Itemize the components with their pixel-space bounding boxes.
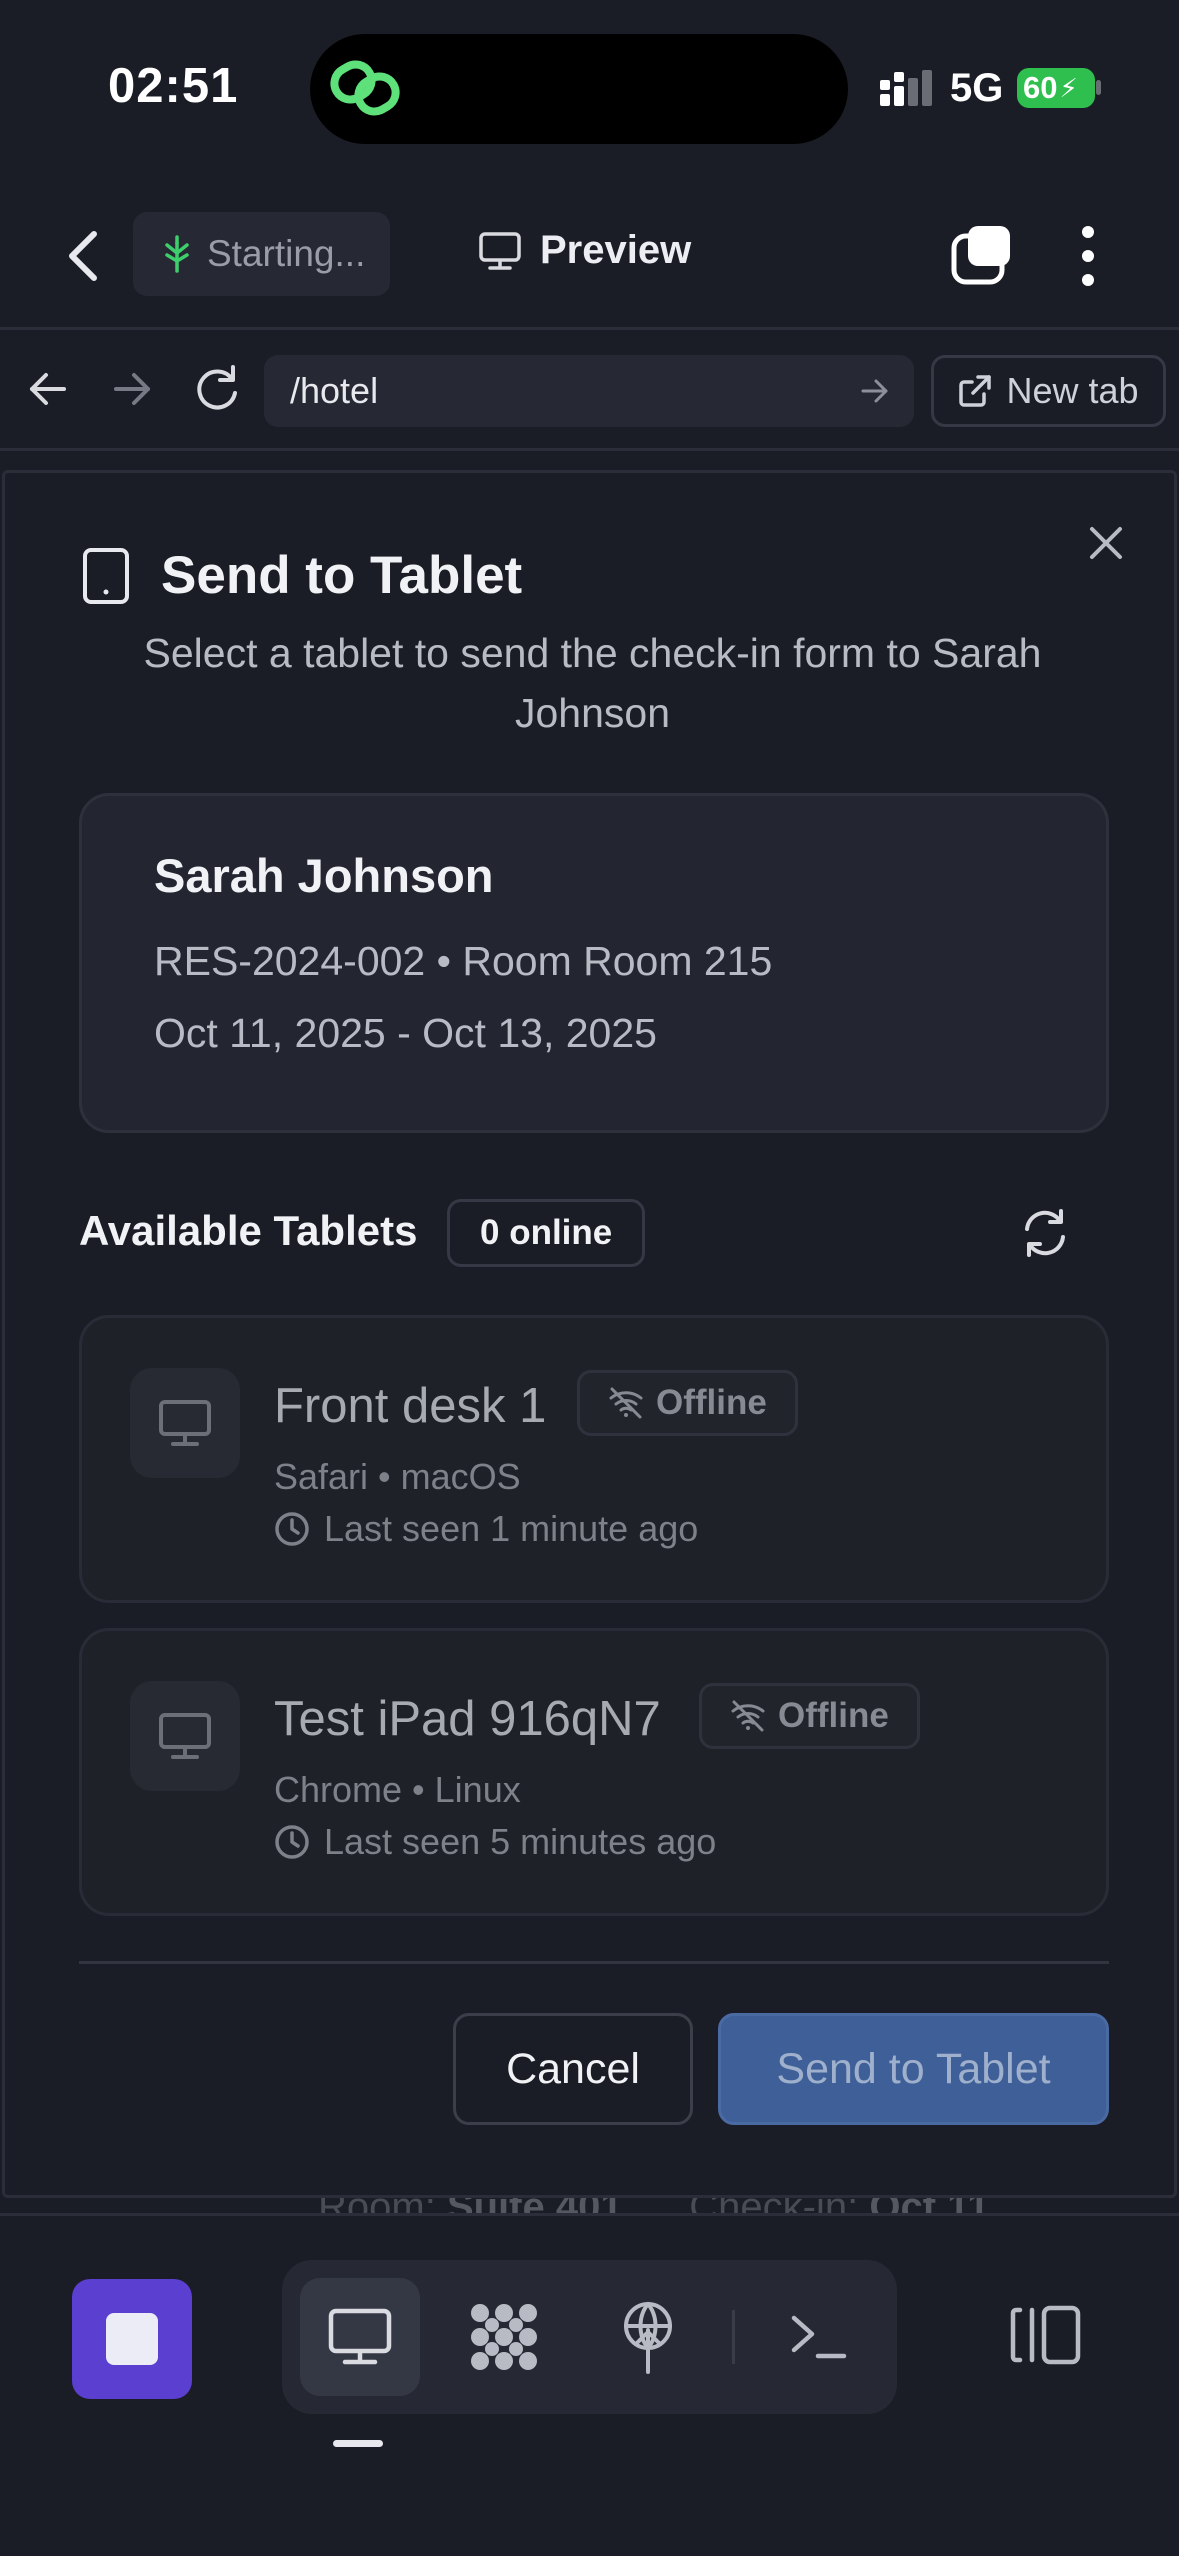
monitor-icon — [130, 1681, 240, 1791]
clock-icon — [274, 1824, 310, 1860]
monitor-icon — [130, 1368, 240, 1478]
view-switcher — [282, 2260, 897, 2414]
terminal-icon — [791, 2315, 847, 2359]
battery-indicator: 60 ⚡ — [1017, 68, 1095, 108]
status-tree-icon — [161, 235, 193, 273]
tablet-meta: Safari • macOS — [274, 1456, 521, 1497]
wifi-off-icon — [730, 1700, 766, 1732]
dialog-title-text: Send to Tablet — [161, 546, 523, 605]
preview-label: Preview — [540, 228, 692, 272]
tab-deploy[interactable] — [588, 2278, 708, 2396]
signal-icon — [880, 70, 936, 110]
tablet-last-seen: Last seen 1 minute ago — [274, 1508, 698, 1550]
status-badge-label: Offline — [656, 1383, 767, 1422]
guest-summary-card: Sarah Johnson RES-2024-002 • Room Room 2… — [79, 793, 1109, 1133]
refresh-icon[interactable] — [1019, 1207, 1071, 1259]
dialog-divider — [79, 1961, 1109, 1964]
back-button[interactable] — [62, 228, 110, 284]
status-chip[interactable]: Starting... — [133, 212, 390, 296]
external-link-icon — [958, 374, 992, 408]
app-logo-icon — [328, 58, 410, 118]
guest-dates: Oct 11, 2025 - Oct 13, 2025 — [154, 1010, 657, 1056]
arrow-right-icon[interactable] — [110, 363, 154, 415]
status-time: 02:51 — [108, 59, 239, 113]
url-input[interactable]: /hotel — [264, 355, 914, 427]
tablet-icon — [81, 546, 131, 606]
url-path: /hotel — [290, 370, 379, 411]
available-tablets-title: Available Tablets — [79, 1207, 418, 1254]
antenna-icon — [624, 2302, 672, 2374]
side-panel-icon[interactable] — [1010, 2304, 1082, 2366]
new-tab-button[interactable]: New tab — [931, 355, 1166, 427]
tab-preview[interactable] — [300, 2278, 420, 2396]
guest-reservation: RES-2024-002 • Room Room 215 — [154, 938, 773, 984]
tablet-last-seen: Last seen 5 minutes ago — [274, 1821, 716, 1863]
grid-apps-icon — [471, 2304, 537, 2370]
battery-cap — [1096, 80, 1101, 95]
monitor-icon — [478, 231, 522, 271]
arrow-left-icon[interactable] — [26, 363, 70, 415]
tablet-card[interactable]: Test iPad 916qN7 Offline Chrome • Linux … — [79, 1628, 1109, 1916]
tablet-name: Front desk 1 — [274, 1379, 547, 1433]
status-badge: Offline — [699, 1683, 920, 1749]
bottom-toolbar — [0, 2213, 1179, 2556]
preview-toggle[interactable]: Preview — [478, 228, 691, 273]
tablet-name: Test iPad 916qN7 — [274, 1692, 661, 1746]
arrow-right-icon[interactable] — [860, 375, 890, 407]
send-to-tablet-button[interactable]: Send to Tablet — [718, 2013, 1109, 2125]
stop-icon — [106, 2313, 158, 2365]
last-seen-text: Last seen 1 minute ago — [324, 1508, 699, 1549]
cancel-button[interactable]: Cancel — [453, 2013, 693, 2125]
send-to-tablet-dialog: Send to Tablet Select a tablet to send t… — [2, 470, 1177, 2198]
more-vertical-icon[interactable] — [1073, 224, 1103, 288]
tab-terminal[interactable] — [758, 2278, 878, 2396]
status-badge-label: Offline — [778, 1696, 889, 1735]
monitor-icon — [328, 2308, 392, 2365]
tab-apps[interactable] — [444, 2278, 564, 2396]
back-chevron-icon — [69, 231, 97, 281]
status-chip-label: Starting... — [207, 233, 366, 274]
app-header: Starting... Preview — [0, 180, 1179, 330]
browser-url-bar: /hotel New tab — [0, 333, 1179, 451]
dialog-subtitle: Select a tablet to send the check-in for… — [143, 630, 1042, 736]
status-bar: 02:51 5G 60 ⚡ — [0, 0, 1179, 180]
last-seen-text: Last seen 5 minutes ago — [324, 1821, 717, 1862]
online-count-badge: 0 online — [447, 1199, 646, 1267]
new-tab-label: New tab — [1006, 370, 1139, 411]
guest-name: Sarah Johnson — [154, 849, 494, 902]
reload-icon[interactable] — [192, 363, 242, 415]
tablet-card[interactable]: Front desk 1 Offline Safari • macOS Last… — [79, 1315, 1109, 1603]
wifi-off-icon — [608, 1387, 644, 1419]
status-badge: Offline — [577, 1370, 798, 1436]
dialog-title: Send to Tablet — [81, 545, 522, 606]
tabs-icon[interactable] — [950, 224, 1014, 286]
available-tablets-header: Available Tablets 0 online — [79, 1199, 1109, 1267]
clock-icon — [274, 1511, 310, 1547]
stop-button[interactable] — [72, 2279, 192, 2399]
battery-level: 60 — [1023, 70, 1058, 105]
segment-divider — [732, 2310, 735, 2364]
tablet-meta: Chrome • Linux — [274, 1769, 521, 1810]
active-tab-indicator — [333, 2440, 383, 2447]
network-type: 5G — [950, 66, 1004, 110]
close-icon[interactable] — [1088, 525, 1124, 561]
charging-bolt-icon: ⚡ — [1059, 72, 1078, 103]
